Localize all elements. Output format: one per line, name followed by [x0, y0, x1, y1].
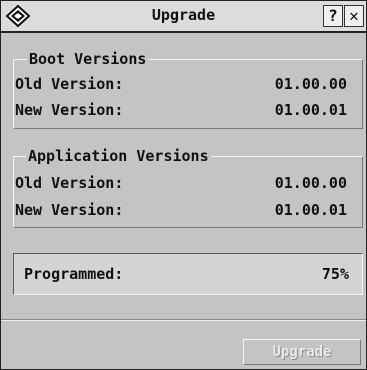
- boot-new-version-label: New Version:: [15, 101, 124, 119]
- boot-old-version-value: 01.00.00: [274, 75, 347, 93]
- app-old-version-label: Old Version:: [15, 174, 124, 192]
- app-new-version-label: New Version:: [15, 201, 124, 219]
- title-bar: Upgrade ? ✕: [1, 1, 366, 33]
- programmed-percent: 75%: [321, 265, 349, 283]
- help-button[interactable]: ?: [323, 5, 343, 27]
- boot-old-version-label: Old Version:: [15, 75, 124, 93]
- application-versions-legend: Application Versions: [26, 146, 211, 166]
- window-title: Upgrade: [151, 6, 216, 24]
- close-button[interactable]: ✕: [344, 5, 364, 27]
- programmed-progress: Programmed: 75%: [13, 253, 363, 295]
- boot-new-version-value: 01.00.01: [274, 101, 347, 119]
- programmed-label: Programmed:: [24, 265, 124, 283]
- boot-versions-legend: Boot Versions: [27, 49, 149, 69]
- upgrade-button[interactable]: Upgrade: [243, 339, 361, 365]
- app-new-version-value: 01.00.01: [274, 201, 347, 219]
- upgrade-dialog: Upgrade ? ✕ Boot Versions Old Version: 0…: [0, 0, 367, 370]
- bottom-divider: [1, 319, 366, 321]
- app-old-version-value: 01.00.00: [274, 174, 347, 192]
